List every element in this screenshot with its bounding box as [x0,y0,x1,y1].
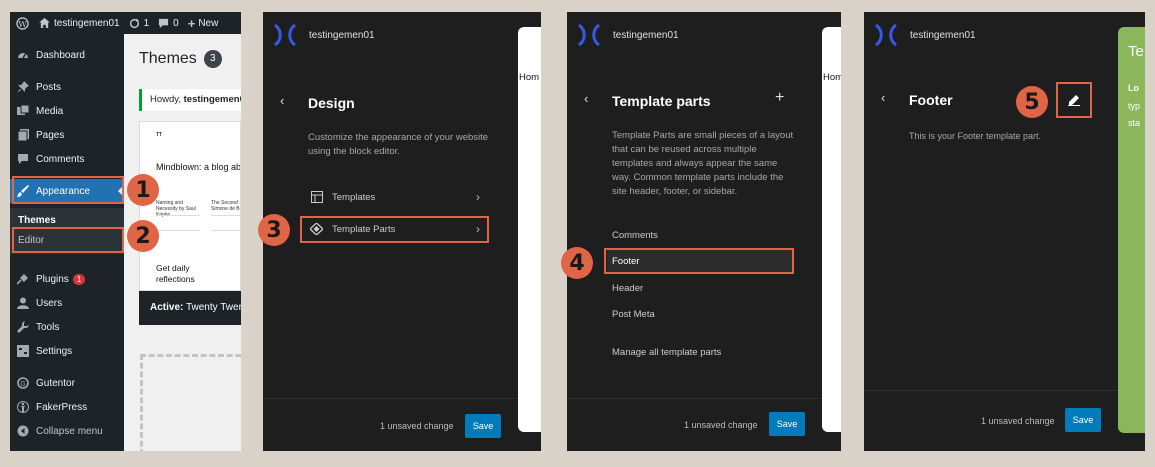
menu-item-users[interactable]: Users [10,291,124,315]
panel-description: This is your Footer template part. [909,131,1042,141]
pin-icon [10,81,36,93]
menu-item-comments[interactable]: Comments [10,147,124,171]
wordpress-logo-icon[interactable]: W [16,16,29,30]
site-preview[interactable]: Hom [518,27,541,432]
site-brand[interactable]: testingemen01 [577,24,679,46]
add-theme-placeholder[interactable] [140,354,241,451]
unsaved-status: 1 unsaved change [981,416,1055,426]
new-content-link[interactable]: + New [188,16,219,31]
svg-text:G: G [20,381,25,388]
collapse-menu-button[interactable]: Collapse menu [10,419,124,443]
part-item-header[interactable]: Header [607,276,792,300]
menu-item-plugins[interactable]: Plugins 1 [10,267,124,291]
menu-item-dashboard[interactable]: Dashboard [10,43,124,67]
panel-title: Footer [909,92,953,108]
comment-icon [10,153,36,165]
save-button[interactable]: Save [465,414,501,438]
footer-divider [263,398,541,399]
save-button[interactable]: Save [1065,408,1101,432]
refresh-icon [129,17,139,28]
plugins-update-badge: 1 [72,273,86,285]
site-logo-icon [578,24,600,46]
unsaved-status: 1 unsaved change [684,420,758,430]
save-button[interactable]: Save [769,412,805,436]
menu-item-pages[interactable]: Pages [10,123,124,147]
design-panel: testingemen01 ‹ Design Customize the app… [263,12,541,451]
active-theme-bar[interactable]: Active: Twenty Twen [139,291,241,325]
step-marker-1: 1 [127,174,159,206]
plus-icon: + [187,15,196,31]
layout-icon [311,191,323,203]
panel-description: Customize the appearance of your website… [308,132,489,157]
page-title: Themes 3 [139,50,222,68]
highlight-editor [12,227,124,253]
unsaved-status: 1 unsaved change [380,421,454,431]
menu-item-gutentor[interactable]: G Gutentor [10,371,124,395]
highlight-template-parts [300,216,489,243]
site-logo-icon [875,24,897,46]
collapse-icon [10,425,36,437]
footer-panel: testingemen01 ‹ Footer This is your Foot… [864,12,1145,451]
submenu-themes[interactable]: Themes [18,215,56,226]
preview-lines [211,215,240,231]
template-parts-panel: testingemen01 ‹ Template parts + Templat… [567,12,841,451]
menu-item-fakerpress[interactable]: FakerPress [10,395,124,419]
back-chevron-icon[interactable]: ‹ [280,93,284,108]
chevron-right-icon: › [476,190,480,204]
settings-icon [10,345,36,357]
menu-item-posts[interactable]: Posts [10,75,124,99]
wp-admin-panel: W testingemen01 1 0 + New Dashboard Post… [10,12,241,451]
back-chevron-icon[interactable]: ‹ [584,91,588,106]
fakerpress-icon [10,401,36,413]
edit-button[interactable] [1056,82,1092,118]
pencil-icon [1068,95,1080,106]
page-icon [10,129,36,141]
highlight-footer [604,248,794,274]
site-preview[interactable]: Hom [822,27,841,432]
footer-preview[interactable]: Te Lo typ sta [1118,27,1145,433]
site-brand[interactable]: testingemen01 [874,24,976,46]
highlight-appearance [12,176,124,204]
footer-divider [864,390,1145,391]
add-template-part-plus-icon[interactable]: + [775,89,784,107]
svg-text:W: W [18,18,27,28]
user-icon [10,297,36,309]
preview-lines [156,215,200,231]
footer-divider [567,398,841,399]
gutentor-icon: G [10,377,36,389]
step-marker-2: 2 [127,220,159,252]
site-logo-icon [274,24,296,46]
part-item-comments[interactable]: Comments [607,223,792,247]
part-item-post-meta[interactable]: Post Meta [607,302,792,326]
menu-item-media[interactable]: Media [10,99,124,123]
panel-description: Template Parts are small pieces of a lay… [612,130,794,197]
manage-template-parts-link[interactable]: Manage all template parts [607,340,792,364]
menu-item-tools[interactable]: Tools [10,315,124,339]
howdy-notice: Howdy, testingemen0 [139,89,241,111]
step-marker-4: 4 [561,247,593,279]
dashboard-icon [10,49,36,61]
comment-bubble-icon [159,18,169,28]
step-marker-5: 5 [1016,86,1048,118]
site-name-link[interactable]: testingemen01 [39,18,120,29]
site-brand[interactable]: testingemen01 [273,24,375,46]
wrench-icon [10,321,36,333]
plug-icon [10,273,36,285]
comments-link[interactable]: 0 [158,18,179,29]
panel-title: Design [308,95,355,111]
nav-templates[interactable]: Templates › [303,185,488,209]
theme-screenshot[interactable]: TT Mindblown: a blog about Naming and Ne… [139,121,241,291]
updates-link[interactable]: 1 [129,17,149,29]
media-icon [10,105,36,117]
themes-count-badge: 3 [203,50,222,68]
admin-bar: W testingemen01 1 0 + New [10,12,241,34]
menu-item-settings[interactable]: Settings [10,339,124,363]
panel-title: Template parts [612,93,711,109]
step-marker-3: 3 [258,214,290,246]
back-chevron-icon[interactable]: ‹ [881,90,885,105]
home-icon [39,18,50,28]
